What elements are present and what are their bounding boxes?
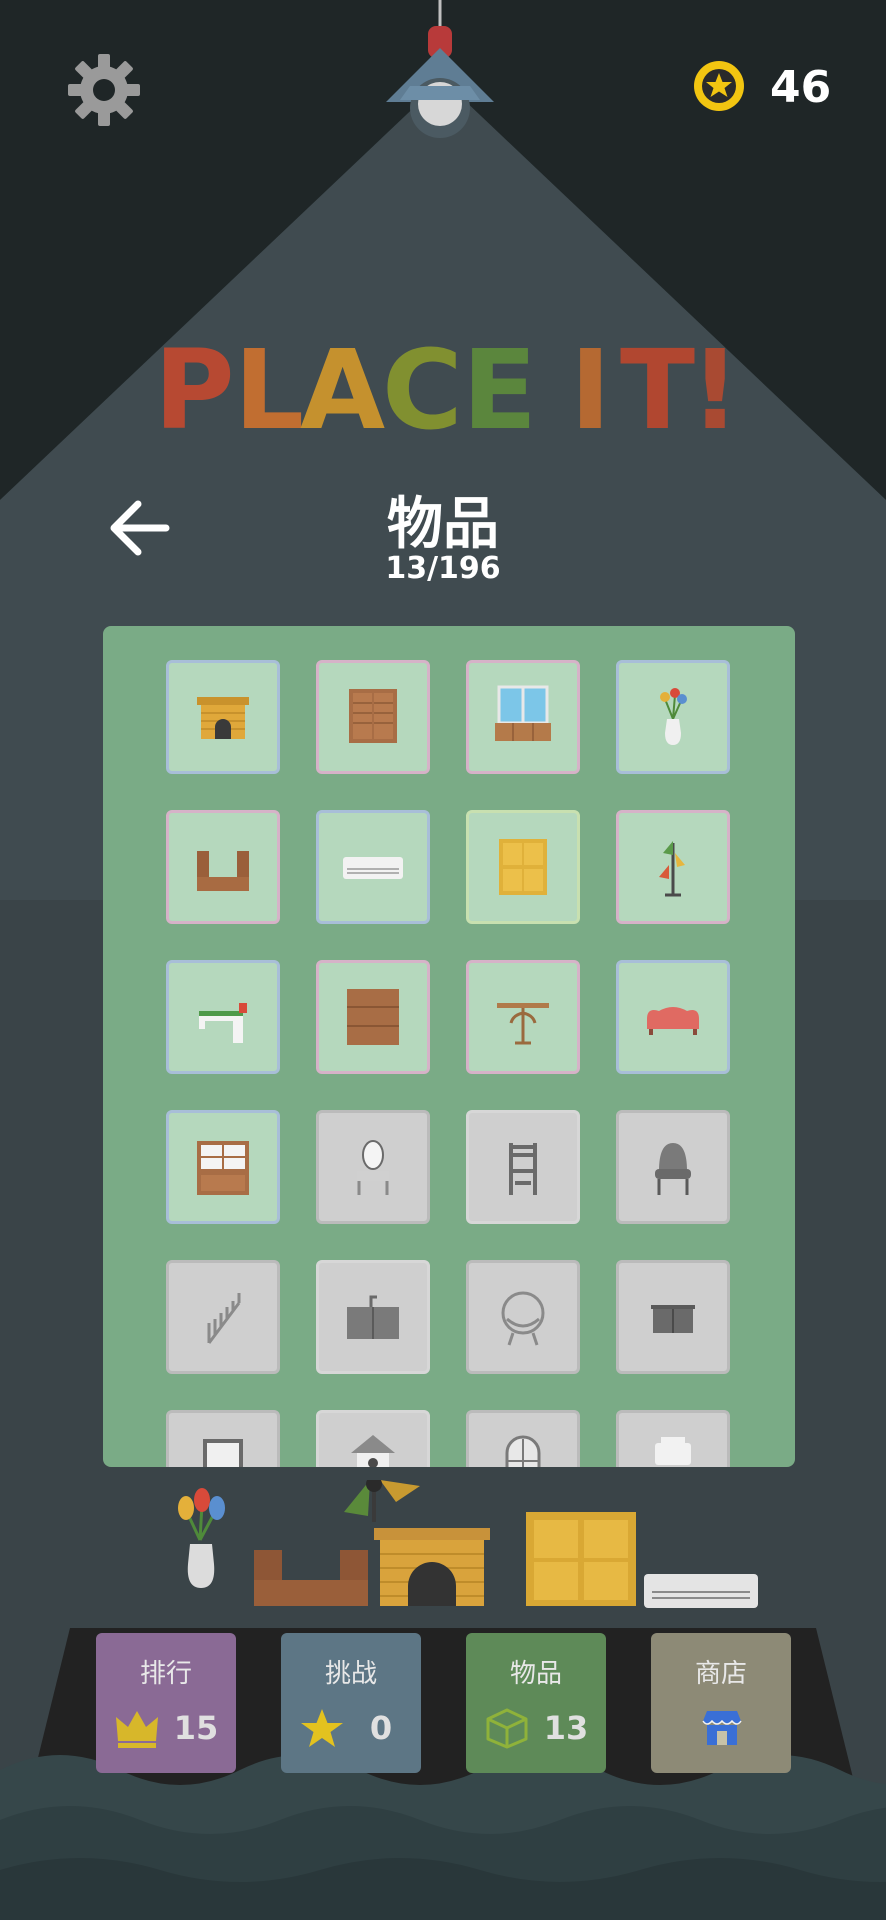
item-tile-egg-chair[interactable] bbox=[466, 1260, 580, 1374]
item-tile-staircase[interactable] bbox=[166, 1260, 280, 1374]
items-button[interactable]: 物品 13 bbox=[466, 1633, 606, 1773]
item-tile-bistro-table[interactable] bbox=[466, 960, 580, 1074]
shelf-fireplace bbox=[374, 1528, 490, 1606]
air-conditioner-icon bbox=[343, 857, 403, 879]
item-tile-window-sideboard[interactable] bbox=[466, 660, 580, 774]
page-title: 物品 bbox=[387, 492, 499, 557]
item-tile-air-conditioner[interactable] bbox=[316, 810, 430, 924]
item-tile-bookshelf[interactable] bbox=[316, 960, 430, 1074]
item-tile-vanity-mirror[interactable] bbox=[316, 1110, 430, 1224]
sink-cabinet-icon bbox=[347, 1295, 399, 1339]
vanity-icon bbox=[357, 1140, 389, 1195]
vase-icon bbox=[660, 688, 687, 745]
cabinet-icon bbox=[651, 1305, 695, 1333]
item-tile-sink-cabinet[interactable] bbox=[316, 1260, 430, 1374]
egg-chair-icon bbox=[501, 1291, 545, 1346]
svg-text:P: P bbox=[154, 330, 235, 440]
item-tile-sewing-machine[interactable] bbox=[166, 960, 280, 1074]
svg-text:!: ! bbox=[690, 330, 740, 440]
birdhouse-icon bbox=[351, 1435, 395, 1467]
wardrobe-icon bbox=[349, 689, 397, 743]
settings-gear-icon[interactable] bbox=[66, 52, 142, 128]
shelf-corner-sofa bbox=[254, 1550, 368, 1606]
back-arrow-icon[interactable] bbox=[102, 490, 178, 566]
svg-text:L: L bbox=[234, 330, 304, 440]
item-tile-armchair[interactable] bbox=[616, 1110, 730, 1224]
item-tile-fireplace[interactable] bbox=[166, 660, 280, 774]
armchair-icon bbox=[655, 1143, 691, 1195]
item-tile-corner-sofa[interactable] bbox=[166, 810, 280, 924]
item-tile-red-sofa[interactable] bbox=[616, 960, 730, 1074]
item-tile-side-cabinet[interactable] bbox=[616, 1260, 730, 1374]
item-tile-birdhouse[interactable] bbox=[316, 1410, 430, 1467]
item-tile-wardrobe[interactable] bbox=[316, 660, 430, 774]
floor-lamp-icon bbox=[659, 841, 685, 897]
collection-progress: 13/196 bbox=[385, 551, 501, 586]
sofa-icon bbox=[647, 1007, 699, 1035]
items-value: 13 bbox=[543, 1709, 589, 1747]
item-tile-arched-window[interactable] bbox=[466, 1410, 580, 1467]
svg-text:C: C bbox=[382, 330, 463, 440]
toilet-icon bbox=[655, 1437, 691, 1465]
item-tile-drawer-chest[interactable] bbox=[466, 810, 580, 924]
item-tile-floor-lamp[interactable] bbox=[616, 810, 730, 924]
stairs-icon bbox=[207, 1293, 241, 1344]
ranking-label: 排行 bbox=[139, 1659, 192, 1689]
challenge-button[interactable]: 挑战 0 bbox=[281, 1633, 421, 1773]
chair-icon bbox=[509, 1143, 537, 1195]
frame-icon bbox=[203, 1439, 243, 1467]
svg-text:E: E bbox=[462, 330, 537, 440]
hutch-icon bbox=[197, 1141, 249, 1195]
shelf-drawer-chest bbox=[526, 1512, 636, 1606]
table-icon bbox=[497, 1003, 549, 1045]
bookshelf-icon bbox=[347, 989, 399, 1045]
shelf-vase bbox=[178, 1488, 225, 1588]
coin-count: 46 bbox=[770, 62, 832, 113]
crown-icon bbox=[116, 1711, 158, 1748]
items-grid-panel[interactable] bbox=[103, 626, 795, 1467]
corner-sofa-icon bbox=[197, 851, 249, 891]
star-coin-icon bbox=[694, 61, 744, 111]
svg-text:T: T bbox=[620, 330, 695, 440]
ranking-value: 15 bbox=[173, 1709, 219, 1747]
star-icon bbox=[301, 1709, 343, 1747]
item-tile-toilet[interactable] bbox=[616, 1410, 730, 1467]
shop-label: 商店 bbox=[694, 1659, 747, 1689]
box-icon bbox=[486, 1708, 528, 1749]
arch-window-icon bbox=[505, 1435, 541, 1467]
window-cabinet-icon bbox=[495, 685, 551, 741]
challenge-label: 挑战 bbox=[324, 1659, 377, 1689]
sewing-machine-icon bbox=[199, 1003, 247, 1043]
shop-button[interactable]: 商店 bbox=[651, 1633, 791, 1773]
items-label: 物品 bbox=[509, 1659, 562, 1689]
place-it-logo: P L A C E I T ! bbox=[154, 330, 740, 440]
unlocked-items-display bbox=[178, 1480, 758, 1608]
shop-icon bbox=[702, 1711, 742, 1745]
svg-text:I: I bbox=[570, 330, 611, 440]
shelf-air-conditioner bbox=[644, 1574, 758, 1608]
item-tile-chair[interactable] bbox=[466, 1110, 580, 1224]
hanging-lamp-icon bbox=[386, 0, 494, 138]
challenge-value: 0 bbox=[369, 1709, 393, 1747]
item-tile-frame[interactable] bbox=[166, 1410, 280, 1467]
item-tile-flower-vase[interactable] bbox=[616, 660, 730, 774]
fireplace-icon bbox=[197, 697, 249, 739]
shelf-lamp bbox=[344, 1480, 420, 1522]
ranking-button[interactable]: 排行 15 bbox=[96, 1633, 236, 1773]
item-tile-window-cabinet[interactable] bbox=[166, 1110, 280, 1224]
svg-text:A: A bbox=[300, 330, 385, 440]
drawer-chest-icon bbox=[499, 839, 547, 895]
